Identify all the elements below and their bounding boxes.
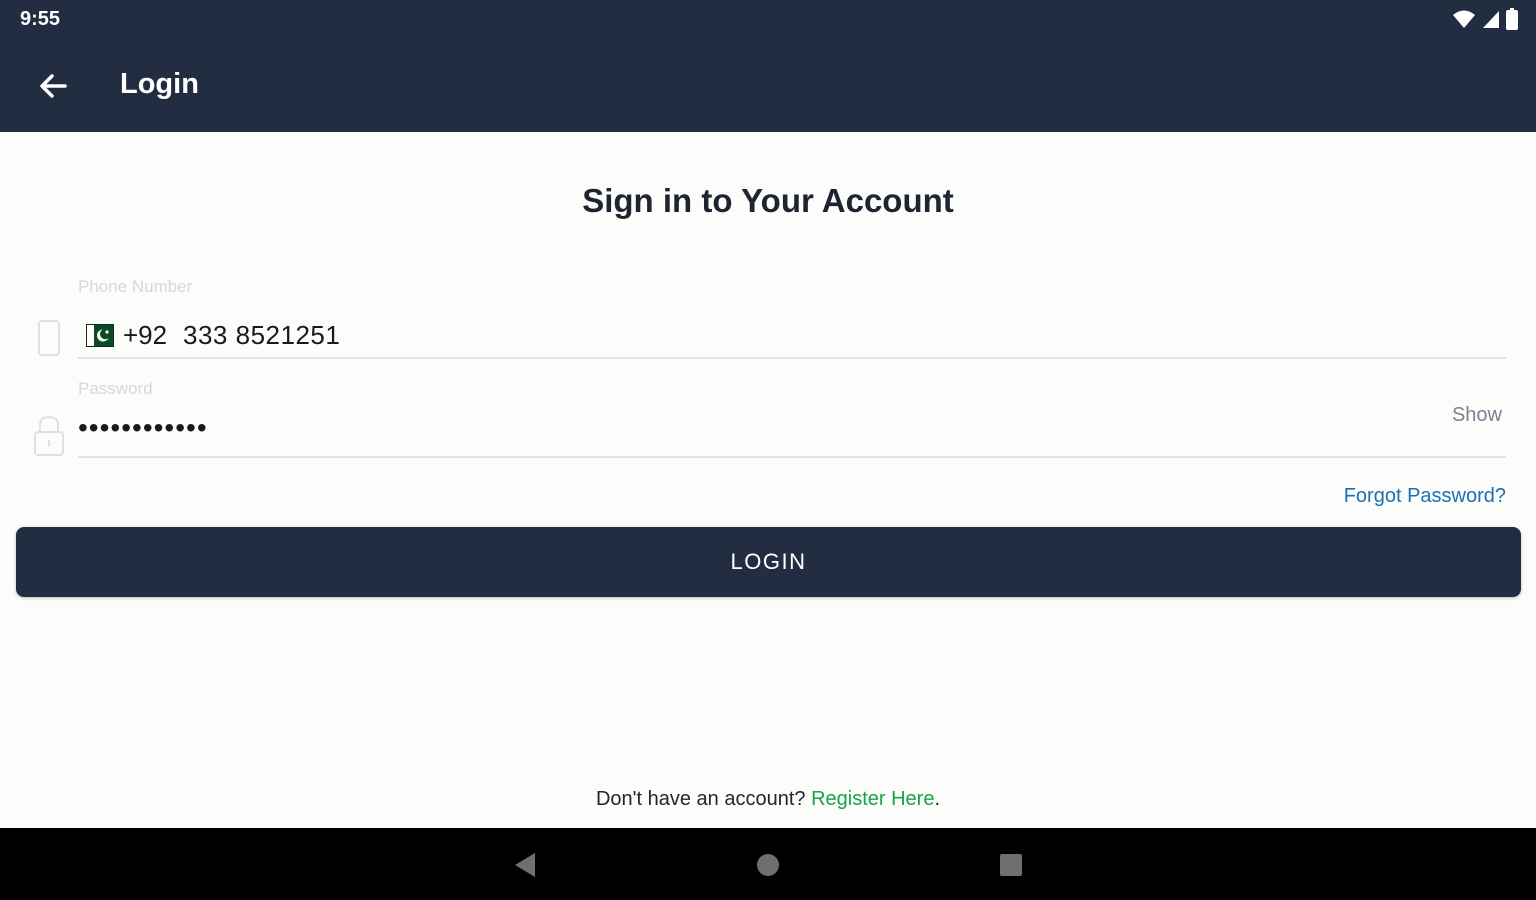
wifi-icon [1453,10,1475,28]
phone-input[interactable]: 333 8521251 [183,320,340,351]
register-suffix: . [934,788,941,810]
password-input[interactable]: •••••••••••• [78,412,208,444]
signal-icon [1483,11,1499,28]
app-bar: Login [0,38,1536,132]
nav-home-button[interactable] [753,850,783,880]
phone-icon [32,318,66,363]
page-heading: Sign in to Your Account [582,182,954,219]
login-button[interactable]: LOGIN [16,527,1521,597]
phone-field-underline [78,357,1506,359]
system-nav-bar [0,828,1536,900]
app-title: Login [120,68,199,100]
nav-recents-icon [1000,854,1022,876]
lock-icon [32,414,66,463]
nav-back-icon [515,853,535,877]
nav-recents-button[interactable] [996,850,1026,880]
forgot-password-link[interactable]: Forgot Password? [1344,485,1506,508]
nav-back-button[interactable] [510,850,540,880]
nav-home-icon [757,854,779,876]
password-field-label: Password [78,379,153,398]
password-field-underline [78,456,1506,458]
register-row: Don't have an account? Register Here. [0,788,1536,811]
register-link[interactable]: Register Here [811,788,934,810]
country-flag[interactable] [86,324,114,347]
dial-code[interactable]: +92 [123,320,167,351]
show-password-toggle[interactable]: Show [1452,404,1502,427]
status-time: 9:55 [20,8,61,30]
arrow-left-icon [40,74,67,98]
register-prompt: Don't have an account? [595,788,812,810]
status-icons [1452,8,1518,30]
back-button[interactable] [28,64,78,108]
status-bar: 9:55 [0,0,1536,38]
pakistan-flag-icon [87,325,113,346]
phone-field-label: Phone Number [78,277,193,296]
battery-icon [1506,8,1518,30]
